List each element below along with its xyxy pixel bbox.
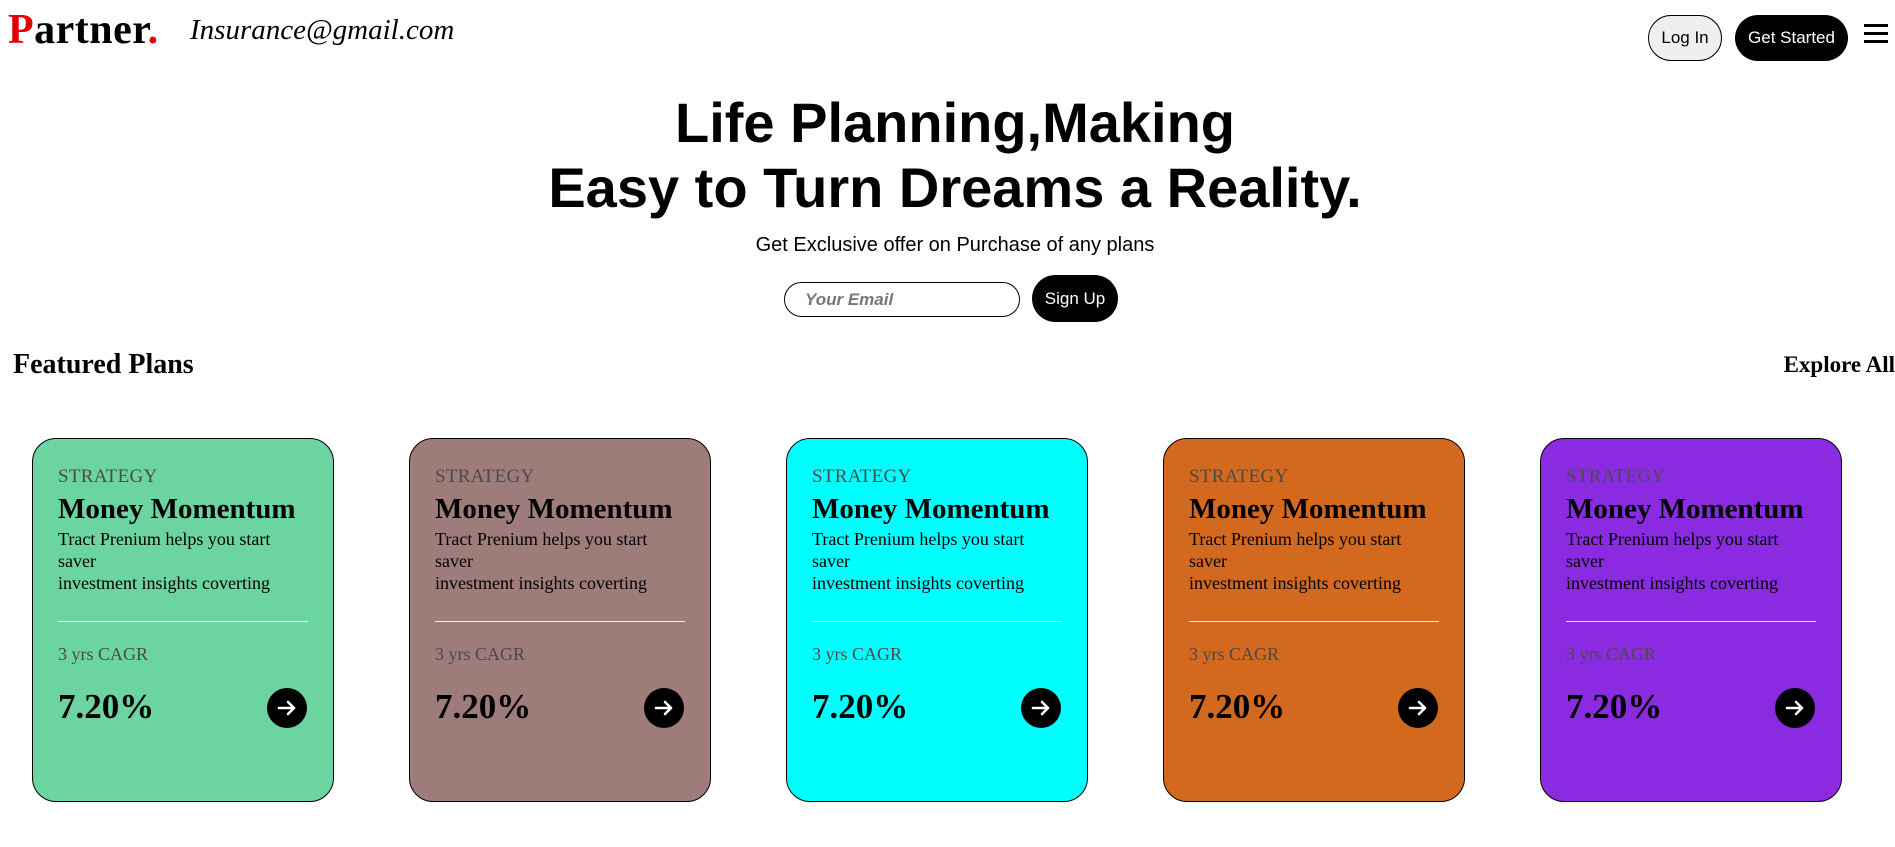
hero-title: Life Planning,Making Easy to Turn Dreams… — [0, 90, 1895, 220]
plan-card[interactable]: STRATEGY Money Momentum Tract Prenium he… — [786, 438, 1088, 802]
card-title: Money Momentum — [58, 493, 296, 525]
email-input[interactable] — [784, 282, 1020, 317]
card-desc-line: Tract Prenium helps you start — [1566, 529, 1779, 549]
card-cagr-value: 7.20% — [435, 687, 532, 726]
arrow-right-icon[interactable] — [1021, 688, 1061, 728]
card-description: Tract Prenium helps you start saver inve… — [58, 528, 308, 594]
logo-dot: . — [147, 7, 159, 53]
arrow-right-icon[interactable] — [1775, 688, 1815, 728]
card-title: Money Momentum — [812, 493, 1050, 525]
card-title: Money Momentum — [1566, 493, 1804, 525]
card-label: STRATEGY — [1189, 466, 1289, 487]
card-description: Tract Prenium helps you start saver inve… — [812, 528, 1062, 594]
card-cagr-label: 3 yrs CAGR — [435, 644, 526, 664]
card-desc-line: investment insights coverting — [1189, 573, 1401, 593]
card-divider — [58, 621, 308, 622]
card-title: Money Momentum — [1189, 493, 1427, 525]
card-desc-line: saver — [1189, 551, 1227, 571]
card-desc-line: investment insights coverting — [1566, 573, 1778, 593]
plan-card[interactable]: STRATEGY Money Momentum Tract Prenium he… — [1163, 438, 1465, 802]
card-desc-line: saver — [58, 551, 96, 571]
hamburger-menu-icon[interactable] — [1864, 24, 1888, 44]
plan-card[interactable]: STRATEGY Money Momentum Tract Prenium he… — [32, 438, 334, 802]
card-cagr-value: 7.20% — [58, 687, 155, 726]
card-desc-line: saver — [1566, 551, 1604, 571]
card-desc-line: Tract Prenium helps you start — [58, 529, 271, 549]
card-title: Money Momentum — [435, 493, 673, 525]
sign-up-button[interactable]: Sign Up — [1032, 275, 1118, 322]
plan-cards: STRATEGY Money Momentum Tract Prenium he… — [32, 438, 1882, 802]
card-desc-line: saver — [812, 551, 850, 571]
explore-all-link[interactable]: Explore All — [1784, 350, 1895, 380]
contact-email: Insurance@gmail.com — [190, 14, 455, 46]
card-cagr-value: 7.20% — [1566, 687, 1663, 726]
card-cagr-value: 7.20% — [1189, 687, 1286, 726]
card-label: STRATEGY — [812, 466, 912, 487]
arrow-right-icon[interactable] — [1398, 688, 1438, 728]
arrow-right-icon[interactable] — [644, 688, 684, 728]
card-cagr-label: 3 yrs CAGR — [812, 644, 903, 664]
logo-text: artner — [34, 7, 148, 53]
hero-subtitle: Get Exclusive offer on Purchase of any p… — [755, 234, 1155, 256]
card-desc-line: investment insights coverting — [812, 573, 1024, 593]
card-desc-line: Tract Prenium helps you start — [435, 529, 648, 549]
hero-title-line-2: Easy to Turn Dreams a Reality. — [548, 156, 1362, 219]
card-cagr-label: 3 yrs CAGR — [1189, 644, 1280, 664]
card-desc-line: investment insights coverting — [58, 573, 270, 593]
card-desc-line: investment insights coverting — [435, 573, 647, 593]
get-started-button[interactable]: Get Started — [1735, 15, 1848, 61]
plan-card[interactable]: STRATEGY Money Momentum Tract Prenium he… — [1540, 438, 1842, 802]
card-description: Tract Prenium helps you start saver inve… — [1189, 528, 1439, 594]
card-divider — [812, 621, 1062, 622]
login-button[interactable]: Log In — [1648, 15, 1722, 61]
card-cagr-label: 3 yrs CAGR — [58, 644, 149, 664]
card-label: STRATEGY — [58, 466, 158, 487]
card-divider — [435, 621, 685, 622]
card-desc-line: Tract Prenium helps you start — [812, 529, 1025, 549]
card-divider — [1566, 621, 1816, 622]
hero-title-line-1: Life Planning,Making — [674, 91, 1236, 154]
card-desc-line: saver — [435, 551, 473, 571]
card-label: STRATEGY — [1566, 466, 1666, 487]
card-desc-line: Tract Prenium helps you start — [1189, 529, 1402, 549]
logo[interactable]: Partner. — [8, 2, 159, 58]
card-label: STRATEGY — [435, 466, 535, 487]
card-description: Tract Prenium helps you start saver inve… — [1566, 528, 1816, 594]
featured-plans-title: Featured Plans — [13, 349, 194, 380]
card-description: Tract Prenium helps you start saver inve… — [435, 528, 685, 594]
card-cagr-label: 3 yrs CAGR — [1566, 644, 1657, 664]
card-divider — [1189, 621, 1439, 622]
plan-card[interactable]: STRATEGY Money Momentum Tract Prenium he… — [409, 438, 711, 802]
arrow-right-icon[interactable] — [267, 688, 307, 728]
card-cagr-value: 7.20% — [812, 687, 909, 726]
logo-initial: P — [8, 7, 35, 53]
